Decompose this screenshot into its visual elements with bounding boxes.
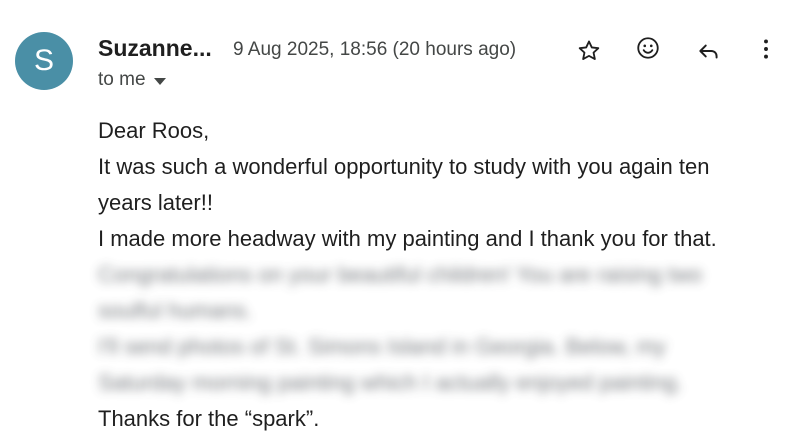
body-line: I made more headway with my painting and… [98, 226, 717, 251]
blurred-line: soulful humans. [98, 298, 253, 323]
chevron-down-icon[interactable] [153, 77, 166, 85]
message-header: Suzanne... 9 Aug 2025, 18:56 (20 hours a… [98, 32, 800, 92]
body-line: It was such a wonderful opportunity to s… [98, 154, 710, 179]
avatar[interactable]: S [15, 32, 73, 90]
blurred-line: I'll send photos of St. Simons Island in… [98, 334, 666, 359]
message-body: Dear Roos, It was such a wonderful oppor… [98, 113, 788, 437]
reply-icon[interactable] [694, 36, 724, 66]
blurred-line: Saturday morning painting which I actual… [98, 370, 683, 395]
closing-line: Thanks for the “spark”. [98, 406, 320, 431]
star-icon[interactable] [574, 36, 604, 66]
avatar-letter: S [33, 44, 54, 77]
greeting-line: Dear Roos, [98, 118, 210, 143]
emoji-react-icon[interactable] [633, 33, 663, 63]
message-date[interactable]: 9 Aug 2025, 18:56 (20 hours ago) [233, 39, 516, 61]
blurred-line: Congratulations on your beautiful childr… [98, 262, 703, 287]
recipient-label: to me [98, 69, 146, 90]
recipient-details-toggle[interactable]: to me [98, 69, 166, 91]
more-options-icon[interactable] [751, 34, 781, 64]
body-line: years later!! [98, 190, 213, 215]
sender-name[interactable]: Suzanne... [98, 35, 212, 62]
